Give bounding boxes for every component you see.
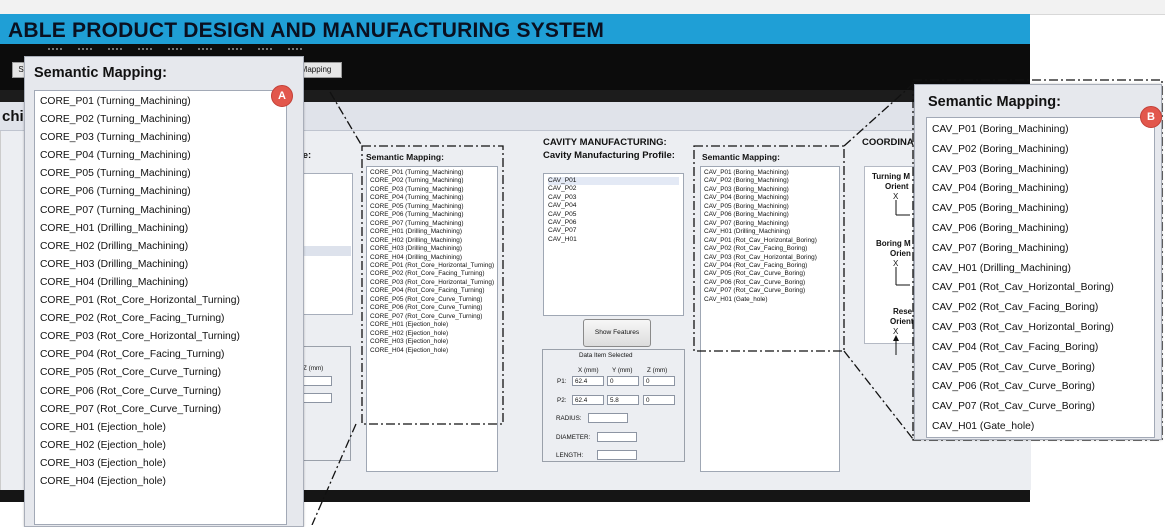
- connector-line: [843, 83, 914, 147]
- callout-b-badge: B: [1140, 106, 1162, 128]
- connector-line: [329, 91, 363, 147]
- list-item[interactable]: CAV_P02 (Rot_Cav_Facing_Boring): [932, 298, 1149, 318]
- list-item[interactable]: CORE_P04 (Rot_Core_Facing_Turning): [40, 346, 281, 364]
- callout-a-source-frame: [361, 145, 504, 425]
- callout-a-title: Semantic Mapping:: [34, 65, 167, 81]
- list-item[interactable]: CORE_H02 (Ejection_hole): [40, 437, 281, 455]
- list-item[interactable]: CORE_H03 (Drilling_Machining): [40, 256, 281, 274]
- list-item[interactable]: CAV_P06 (Rot_Cav_Curve_Boring): [932, 377, 1149, 397]
- list-item[interactable]: CAV_P01 (Rot_Cav_Horizontal_Boring): [932, 278, 1149, 298]
- list-item[interactable]: CORE_P05 (Rot_Core_Curve_Turning): [40, 364, 281, 382]
- list-item[interactable]: CORE_H04 (Drilling_Machining): [40, 274, 281, 292]
- list-item[interactable]: CORE_P06 (Rot_Core_Curve_Turning): [40, 383, 281, 401]
- list-item[interactable]: CORE_H02 (Drilling_Machining): [40, 238, 281, 256]
- list-item[interactable]: CORE_P02 (Rot_Core_Facing_Turning): [40, 310, 281, 328]
- list-item[interactable]: CAV_P05 (Rot_Cav_Curve_Boring): [932, 358, 1149, 378]
- connector-line: [843, 350, 914, 440]
- list-item[interactable]: CAV_H01 (Gate_hole): [932, 417, 1149, 437]
- list-item[interactable]: CAV_P04 (Rot_Cav_Facing_Boring): [932, 338, 1149, 358]
- axis-arrows: [893, 200, 910, 355]
- callout-a-badge: A: [271, 85, 293, 107]
- list-item[interactable]: CAV_P01 (Boring_Machining): [932, 120, 1149, 140]
- list-item[interactable]: CAV_P02 (Boring_Machining): [932, 140, 1149, 160]
- list-item[interactable]: CORE_P01 (Turning_Machining): [40, 93, 281, 111]
- list-item[interactable]: CORE_H01 (Ejection_hole): [40, 419, 281, 437]
- callout-b-semantic-list[interactable]: CAV_P01 (Boring_Machining) CAV_P02 (Borin…: [926, 117, 1155, 438]
- list-item[interactable]: CORE_H01 (Drilling_Machining): [40, 220, 281, 238]
- list-item[interactable]: CORE_P06 (Turning_Machining): [40, 183, 281, 201]
- connector-line: [311, 423, 357, 525]
- list-item[interactable]: CORE_H04 (Ejection_hole): [40, 473, 281, 491]
- list-item[interactable]: CAV_P03 (Boring_Machining): [932, 160, 1149, 180]
- list-item[interactable]: CAV_P07 (Rot_Cav_Curve_Boring): [932, 397, 1149, 417]
- list-item[interactable]: CAV_H01 (Drilling_Machining): [932, 259, 1149, 279]
- list-item[interactable]: CAV_P03 (Rot_Cav_Horizontal_Boring): [932, 318, 1149, 338]
- callout-b-source-frame: [693, 145, 845, 352]
- list-item[interactable]: CORE_P07 (Rot_Core_Curve_Turning): [40, 401, 281, 419]
- list-item[interactable]: CORE_P07 (Turning_Machining): [40, 202, 281, 220]
- list-item[interactable]: CORE_P04 (Turning_Machining): [40, 147, 281, 165]
- list-item[interactable]: CORE_P03 (Rot_Core_Horizontal_Turning): [40, 328, 281, 346]
- list-item[interactable]: CAV_P07 (Boring_Machining): [932, 239, 1149, 259]
- list-item[interactable]: CAV_P05 (Boring_Machining): [932, 199, 1149, 219]
- callout-b-title: Semantic Mapping:: [928, 94, 1061, 110]
- list-item[interactable]: CORE_P05 (Turning_Machining): [40, 165, 281, 183]
- list-item[interactable]: CAV_P06 (Boring_Machining): [932, 219, 1149, 239]
- callout-a-semantic-list[interactable]: CORE_P01 (Turning_Machining) CORE_P02 (Tu…: [34, 90, 287, 525]
- list-item[interactable]: CORE_H03 (Ejection_hole): [40, 455, 281, 473]
- list-item[interactable]: CORE_P02 (Turning_Machining): [40, 111, 281, 129]
- list-item[interactable]: CAV_P04 (Boring_Machining): [932, 179, 1149, 199]
- list-item[interactable]: CORE_P03 (Turning_Machining): [40, 129, 281, 147]
- list-item[interactable]: CORE_P01 (Rot_Core_Horizontal_Turning): [40, 292, 281, 310]
